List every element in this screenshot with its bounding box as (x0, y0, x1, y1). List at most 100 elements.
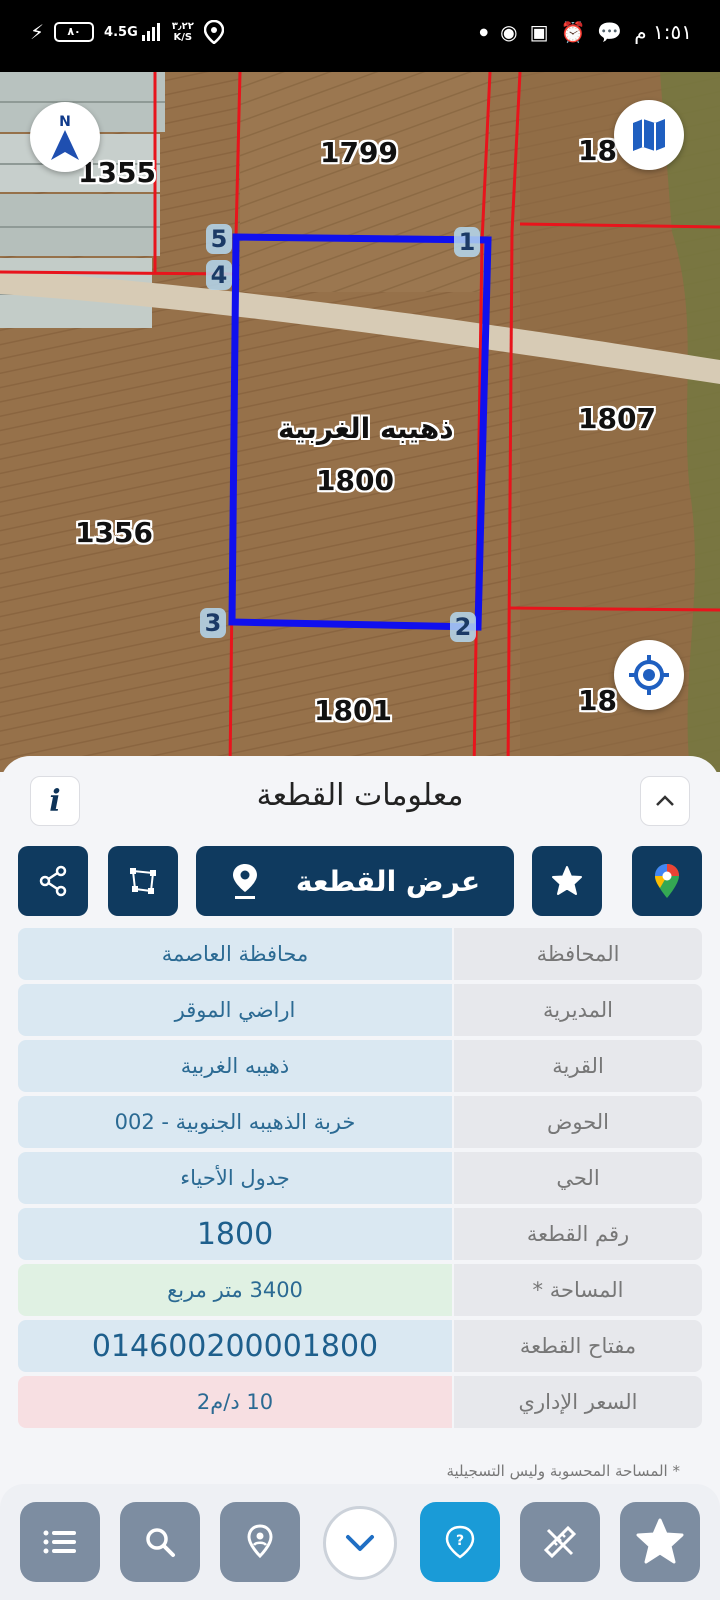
network-indicator: 4.5G (104, 23, 162, 41)
search-icon (146, 1528, 175, 1557)
selected-parcel-village[interactable]: ذهيبه الغربية (278, 412, 454, 445)
measure-icon (543, 1525, 577, 1559)
basin-label: الحوض (454, 1096, 702, 1148)
info-row-parcel-number: 1800 رقم القطعة (18, 1208, 702, 1260)
map-layers-icon (633, 119, 665, 151)
clock: ١:٥١ م (634, 20, 692, 44)
satellite-map[interactable]: 1799 1355 1356 1807 1801 18 18 ذهيبه الغ… (0, 72, 720, 772)
network-type: 4.5G (104, 24, 138, 40)
measure-button[interactable] (520, 1502, 600, 1582)
district-label: الحي (454, 1152, 702, 1204)
admin-price-value: 10 د/م2 (18, 1376, 452, 1428)
admin-price-label: السعر الإداري (454, 1376, 702, 1428)
panel-header: i معلومات القطعة (0, 756, 720, 836)
parcel-number-value: 1800 (18, 1208, 452, 1260)
favorites-icon (636, 1518, 684, 1564)
status-left: ⚡ ٨٠ 4.5G ٣٫٢٢ K/S (30, 20, 224, 44)
favorites-button[interactable] (620, 1502, 700, 1582)
share-button[interactable] (18, 846, 88, 916)
collapse-nav-button[interactable] (323, 1506, 397, 1580)
district-value: جدول الأحياء (18, 1152, 452, 1204)
help-button[interactable]: ? (420, 1502, 500, 1582)
info-row-directorate: اراضي الموقر المديرية (18, 984, 702, 1036)
parcel-label-partial-top[interactable]: 18 (578, 134, 617, 167)
locate-me-button[interactable] (614, 640, 684, 710)
panel-title: معلومات القطعة (256, 778, 464, 813)
selected-parcel-number[interactable]: 1800 (316, 464, 394, 497)
view-parcel-button[interactable]: عرض القطعة (196, 846, 514, 916)
parcel-label-1801[interactable]: 1801 (314, 694, 392, 727)
basin-value: خربة الذهيبه الجنوبية - 002 (18, 1096, 452, 1148)
location-status-icon (203, 20, 224, 44)
vertex-marker[interactable]: 4 (206, 260, 232, 290)
governorate-label: المحافظة (454, 928, 702, 980)
add-favorite-button[interactable] (532, 846, 602, 916)
collapse-chevron-icon (346, 1535, 374, 1551)
charging-icon: ⚡ (30, 20, 45, 44)
speed-unit: K/S (173, 32, 193, 43)
parcel-label-partial-bottom[interactable]: 18 (578, 684, 617, 717)
view-parcel-pin-icon (232, 864, 257, 899)
favorite-star-icon (552, 866, 582, 895)
speed-indicator: ٣٫٢٢ K/S (172, 21, 194, 43)
parcel-key-label: مفتاح القطعة (454, 1320, 702, 1372)
share-icon (39, 865, 67, 897)
governorate-value: محافظة العاصمة (18, 928, 452, 980)
info-row-village: ذهيبه الغربية القرية (18, 1040, 702, 1092)
area-label: المساحة * (454, 1264, 702, 1316)
collapse-panel-button[interactable] (640, 776, 690, 826)
parcel-number-label: رقم القطعة (454, 1208, 702, 1260)
open-google-maps-button[interactable] (632, 846, 702, 916)
info-row-area: 3400 متر مربع المساحة * (18, 1264, 702, 1316)
info-row-parcel-key: 014600200001800 مفتاح القطعة (18, 1320, 702, 1372)
info-row-basin: خربة الذهيبه الجنوبية - 002 الحوض (18, 1096, 702, 1148)
village-label: القرية (454, 1040, 702, 1092)
help-icon: ? (445, 1525, 475, 1559)
map-layers-button[interactable] (614, 100, 684, 170)
alarm-icon: ⏰ (560, 20, 586, 44)
parcel-info-table: محافظة العاصمة المحافظة اراضي الموقر الم… (18, 928, 702, 1432)
village-value: ذهيبه الغربية (18, 1040, 452, 1092)
dot-icon: ● (479, 26, 489, 38)
info-row-governorate: محافظة العاصمة المحافظة (18, 928, 702, 980)
location-pin-icon (247, 1524, 273, 1559)
north-arrow-button[interactable]: N (30, 102, 100, 172)
vertex-marker[interactable]: 3 (200, 608, 226, 638)
parcel-info-panel: i معلومات القطعة عرض القطعة محافظة العاص… (0, 756, 720, 1600)
locate-me-icon (629, 655, 669, 695)
location-pin-button[interactable] (220, 1502, 300, 1582)
info-row-admin-price: 10 د/م2 السعر الإداري (18, 1376, 702, 1428)
status-right: ● ◉ ▣ ⏰ 💬 ١:٥١ م (479, 20, 692, 44)
bottom-navigation: ? (0, 1484, 720, 1600)
view-parcel-label: عرض القطعة (295, 864, 481, 898)
search-button[interactable] (120, 1502, 200, 1582)
info-row-district: جدول الأحياء الحي (18, 1152, 702, 1204)
signal-icon (141, 23, 160, 41)
list-button[interactable] (20, 1502, 100, 1582)
chat-icon: 💬 (597, 20, 623, 44)
vertex-marker[interactable]: 5 (206, 224, 232, 254)
parcel-label-1799[interactable]: 1799 (320, 136, 398, 169)
area-footnote: * المساحة المحسوبة وليس التسجيلية (446, 1462, 680, 1480)
parcel-key-value: 014600200001800 (18, 1320, 452, 1372)
polygon-icon (130, 868, 156, 894)
vertex-marker[interactable]: 1 (454, 227, 480, 257)
draw-polygon-button[interactable] (108, 846, 178, 916)
parcel-label-1356[interactable]: 1356 (75, 516, 153, 549)
app-notification-icon: ◉ (500, 20, 518, 44)
chevron-up-icon (656, 795, 674, 806)
area-value: 3400 متر مربع (18, 1264, 452, 1316)
status-bar: ⚡ ٨٠ 4.5G ٣٫٢٢ K/S ● ◉ ▣ ⏰ 💬 ١:٥١ م (0, 0, 720, 72)
vertex-marker[interactable]: 2 (450, 612, 476, 642)
parcel-label-1807[interactable]: 1807 (578, 402, 656, 435)
sim-icon: ▣ (529, 20, 549, 44)
svg-text:?: ? (456, 1533, 464, 1549)
list-icon (43, 1530, 76, 1554)
north-arrow-icon: N (51, 114, 79, 160)
speed-value: ٣٫٢٢ (171, 21, 194, 32)
directorate-value: اراضي الموقر (18, 984, 452, 1036)
battery-indicator: ٨٠ (54, 22, 95, 42)
directorate-label: المديرية (454, 984, 702, 1036)
north-label: N (59, 114, 71, 130)
action-bar: عرض القطعة (18, 846, 702, 916)
